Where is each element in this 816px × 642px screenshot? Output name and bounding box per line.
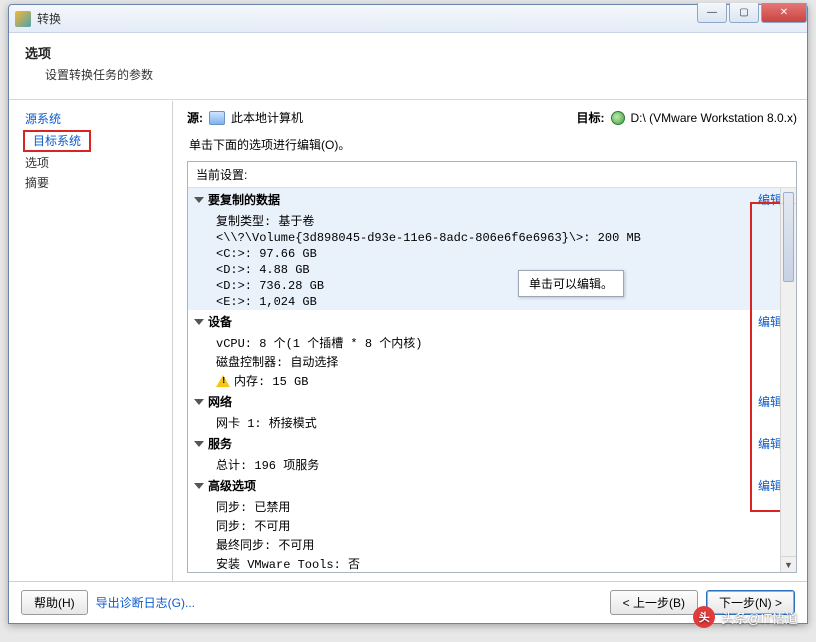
section-title: 高级选项 [208,477,256,494]
memory-line: 内存: 15 GB [188,371,796,390]
volume-d2: <D:>: 736.28 GB [188,278,796,294]
collapse-icon [194,197,204,203]
section-title: 网络 [208,393,232,410]
settings-scroll[interactable]: 要复制的数据 编辑 复制类型: 基于卷 <\\?\Volume{3d898045… [188,188,796,572]
final-sync-line: 最终同步: 不可用 [188,535,796,554]
next-button[interactable]: 下一步(N) > [706,590,795,615]
main-panel: 源: 此本地计算机 目标: D:\ (VMware Workstation 8.… [173,101,807,581]
vcpu-line: vCPU: 8 个(1 个插槽 * 8 个内核) [188,333,796,352]
disk-icon [611,111,625,125]
edit-link-network[interactable]: 编辑 [758,393,782,410]
volume-e: <E:>: 1,024 GB [188,294,796,310]
settings-box: 当前设置: 要复制的数据 编辑 复制类型: 基于卷 <\\?\Volume{3d… [187,161,797,573]
app-icon [15,11,31,27]
services-total: 总计: 196 项服务 [188,455,796,474]
edit-tooltip: 单击可以编辑。 [518,270,624,297]
vertical-scrollbar[interactable]: ▲ ▼ [780,188,796,572]
section-title: 要复制的数据 [208,191,280,208]
volume-d: <D:>: 4.88 GB [188,262,796,278]
section-services[interactable]: 服务 编辑 [188,432,796,455]
section-title: 设备 [208,313,232,330]
host-icon [209,111,225,125]
collapse-icon [194,483,204,489]
copy-type: 复制类型: 基于卷 [188,211,796,230]
footer: 帮助(H) 导出诊断日志(G)... < 上一步(B) 下一步(N) > [9,581,807,623]
edit-link-advanced[interactable]: 编辑 [758,477,782,494]
disk-controller-line: 磁盘控制器: 自动选择 [188,352,796,371]
memory-value: 内存: 15 GB [234,372,308,389]
help-button[interactable]: 帮助(H) [21,590,88,615]
sync2-line: 同步: 不可用 [188,516,796,535]
collapse-icon [194,441,204,447]
edit-hint: 单击下面的选项进行编辑(O)。 [189,136,797,153]
page-subtitle: 设置转换任务的参数 [45,66,791,83]
minimize-button[interactable]: — [697,3,727,23]
volume-c: <C:>: 97.66 GB [188,246,796,262]
sidebar-item-summary: 摘要 [15,173,166,193]
header-section: 选项 设置转换任务的参数 [9,33,807,100]
window-controls: — ▢ ✕ [697,3,807,23]
edit-link-data[interactable]: 编辑 [758,191,782,208]
sidebar-item-options: 选项 [15,153,166,173]
source-target-row: 源: 此本地计算机 目标: D:\ (VMware Workstation 8.… [187,109,797,126]
scroll-down-icon[interactable]: ▼ [781,556,796,572]
source-label: 源: [187,109,203,126]
settings-header: 当前设置: [188,162,796,188]
edit-link-devices[interactable]: 编辑 [758,313,782,330]
sync-line: 同步: 已禁用 [188,497,796,516]
section-data-to-copy[interactable]: 要复制的数据 编辑 [188,188,796,211]
titlebar: 转换 — ▢ ✕ [9,5,807,33]
dialog-window: 转换 — ▢ ✕ 选项 设置转换任务的参数 源系统 目标系统 选项 摘要 源: … [8,4,808,624]
wizard-sidebar: 源系统 目标系统 选项 摘要 [9,101,173,581]
edit-link-services[interactable]: 编辑 [758,435,782,452]
volume-guid: <\\?\Volume{3d898045-d93e-11e6-8adc-806e… [188,230,796,246]
target-label: 目标: [577,109,605,126]
section-devices[interactable]: 设备 编辑 [188,310,796,333]
collapse-icon [194,319,204,325]
install-tools-line: 安装 VMware Tools: 否 [188,554,796,572]
back-button[interactable]: < 上一步(B) [610,590,698,615]
scroll-thumb[interactable] [783,192,794,282]
target-value: D:\ (VMware Workstation 8.0.x) [631,111,798,125]
export-log-link[interactable]: 导出诊断日志(G)... [96,594,195,611]
page-title: 选项 [25,43,791,62]
maximize-button[interactable]: ▢ [729,3,759,23]
source-value: 此本地计算机 [231,109,303,126]
content-area: 源系统 目标系统 选项 摘要 源: 此本地计算机 目标: D:\ (VMware… [9,100,807,581]
nic-line: 网卡 1: 桥接模式 [188,413,796,432]
warning-icon [216,375,230,387]
close-button[interactable]: ✕ [761,3,807,23]
window-title: 转换 [37,10,803,27]
section-title: 服务 [208,435,232,452]
section-network[interactable]: 网络 编辑 [188,390,796,413]
sidebar-item-target[interactable]: 目标系统 [23,130,91,152]
collapse-icon [194,399,204,405]
sidebar-item-source[interactable]: 源系统 [15,109,166,129]
section-advanced[interactable]: 高级选项 编辑 [188,474,796,497]
